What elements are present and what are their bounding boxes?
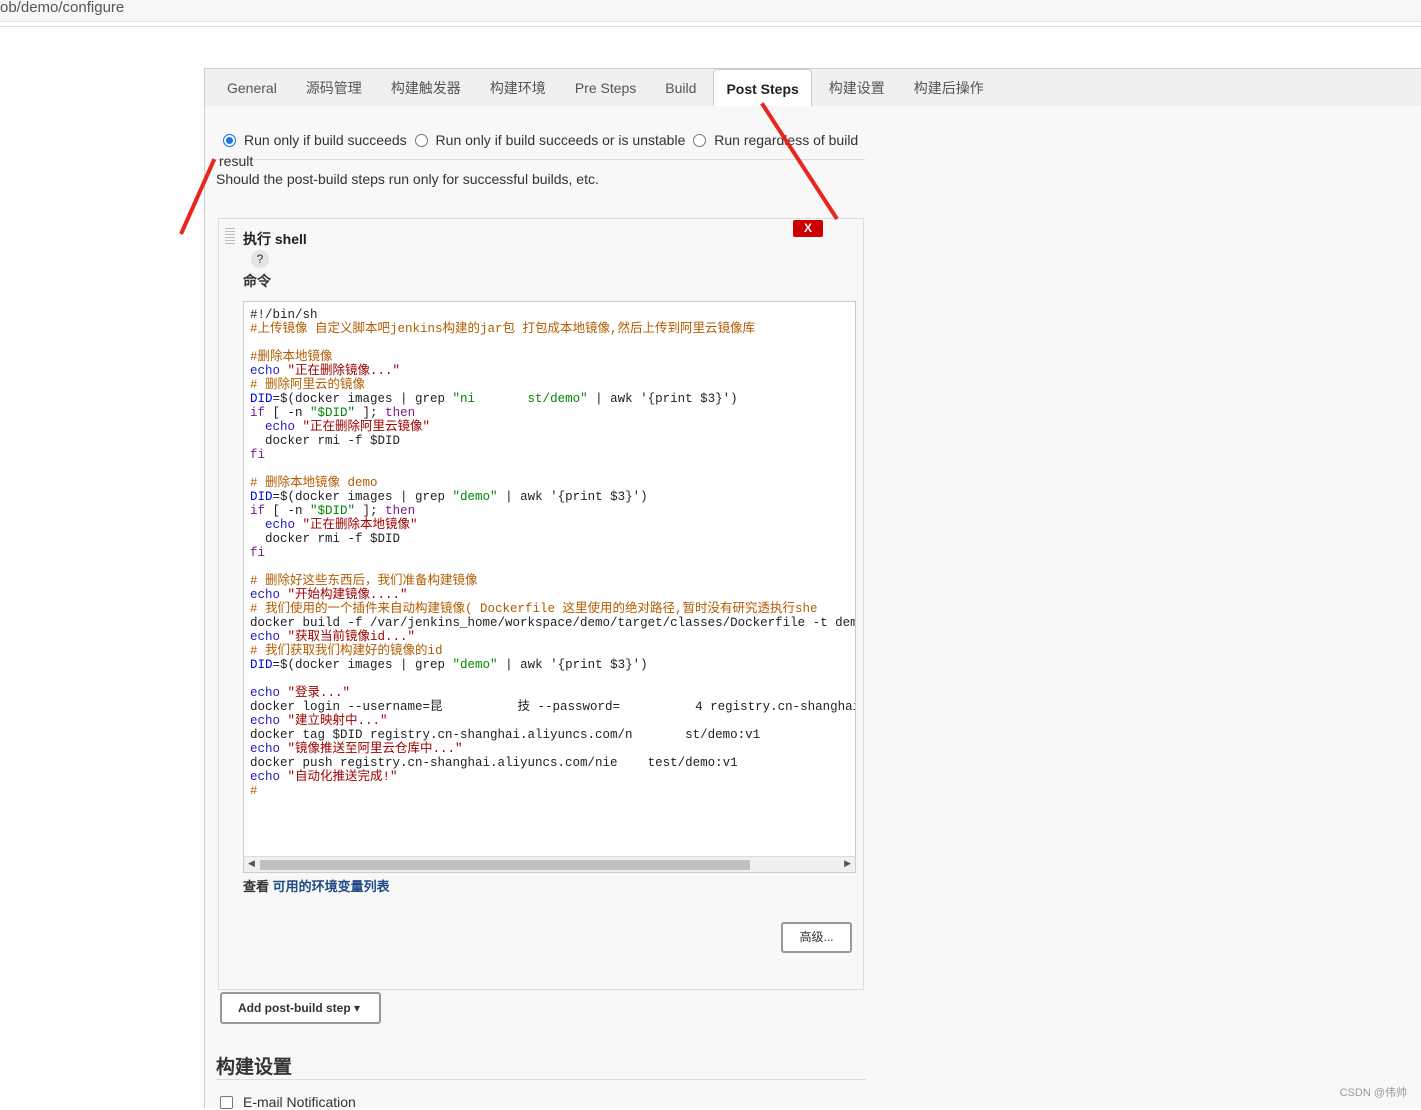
radio-run-if-unstable[interactable] <box>414 134 428 147</box>
code-line: echo ″开始构建镜像....″ <box>250 588 408 602</box>
config-tabs: General 源码管理 构建触发器 构建环境 Pre Steps Build … <box>205 69 1421 106</box>
execute-shell-step: 执行 shell X ? 命令 #!/bin/sh #上传镜像 自定义脚本吧jen… <box>218 218 864 990</box>
code-line: echo ″自动化推送完成!″ <box>250 770 398 784</box>
url-text: ob/demo/configure <box>0 0 125 16</box>
tab-general[interactable]: General <box>215 69 289 106</box>
code-line: docker login --username=昆 技 --password= … <box>250 700 856 714</box>
post-steps-run-options: Run only if build succeeds Run only if b… <box>219 130 869 172</box>
env-prefix: 查看 <box>243 879 273 894</box>
code-line: echo ″建立映射中...″ <box>250 714 388 728</box>
help-icon[interactable]: ? <box>251 250 269 268</box>
code-line: docker tag $DID registry.cn-shanghai.ali… <box>250 728 761 742</box>
header-band <box>0 26 1421 67</box>
code-line: #!/bin/sh <box>250 308 318 322</box>
delete-step-button[interactable]: X <box>793 220 823 237</box>
tab-build-env[interactable]: 构建环境 <box>478 69 558 106</box>
code-line: # 删除本地镜像 demo <box>250 476 378 490</box>
code-line: if [ -n ″$DID″ ]; then <box>250 406 416 420</box>
code-line: DID=$(docker images | grep ″demo″ | awk … <box>250 658 648 672</box>
horizontal-scrollbar[interactable]: ◀ ▶ <box>244 856 855 872</box>
code-line: echo ″正在删除本地镜像″ <box>265 518 418 532</box>
code-line: echo ″镜像推送至阿里云仓库中...″ <box>250 742 463 756</box>
code-content[interactable]: #!/bin/sh #上传镜像 自定义脚本吧jenkins构建的jar包 打包成本… <box>250 308 856 798</box>
code-line: # 我们获取我们构建好的镜像的id <box>250 644 443 658</box>
tab-build[interactable]: Build <box>653 69 708 106</box>
scroll-right-icon[interactable]: ▶ <box>844 858 851 869</box>
tab-post-build-actions[interactable]: 构建后操作 <box>902 69 996 106</box>
email-notification-checkbox[interactable] <box>220 1096 233 1109</box>
code-line: #上传镜像 自定义脚本吧jenkins构建的jar包 打包成本地镜像,然后上传到… <box>250 322 756 336</box>
code-line: echo ″正在删除阿里云镜像″ <box>265 420 431 434</box>
code-line: echo ″登录...″ <box>250 686 351 700</box>
advanced-button[interactable]: 高级... <box>781 922 852 953</box>
code-line: fi <box>250 546 266 560</box>
code-line: # <box>250 784 258 798</box>
tab-scm[interactable]: 源码管理 <box>294 69 374 106</box>
code-line: if [ -n ″$DID″ ]; then <box>250 504 416 518</box>
radio-label: Run only if build succeeds <box>244 132 407 148</box>
tab-build-settings[interactable]: 构建设置 <box>817 69 897 106</box>
tab-pre-steps[interactable]: Pre Steps <box>563 69 648 106</box>
left-pane <box>0 67 204 1108</box>
command-editor[interactable]: #!/bin/sh #上传镜像 自定义脚本吧jenkins构建的jar包 打包成本… <box>243 301 856 873</box>
radio-run-regardless[interactable] <box>693 134 707 147</box>
code-line: echo ″正在删除镜像...″ <box>250 364 401 378</box>
add-post-build-step-button[interactable]: Add post-build step ▾ <box>220 992 381 1024</box>
button-label: Add post-build step <box>238 1001 351 1015</box>
caret-down-icon: ▾ <box>354 1001 361 1015</box>
code-line: DID=$(docker images | grep ″demo″ | awk … <box>250 490 648 504</box>
code-line: fi <box>250 448 266 462</box>
scrollbar-thumb[interactable] <box>260 860 750 870</box>
code-line: echo ″获取当前镜像id...″ <box>250 630 416 644</box>
command-label: 命令 <box>243 273 271 289</box>
radio-run-if-success[interactable] <box>223 134 236 147</box>
drag-handle-icon[interactable] <box>225 228 235 246</box>
radio-label: Run only if build succeeds or is unstabl… <box>435 132 686 148</box>
code-line: docker build -f /var/jenkins_home/worksp… <box>250 616 856 630</box>
watermark: CSDN @伟帅 <box>1339 1087 1407 1099</box>
code-line: #删除本地镜像 <box>250 350 333 364</box>
address-bar[interactable]: ob/demo/configure <box>0 0 1421 22</box>
code-line: # 删除阿里云的镜像 <box>250 378 366 392</box>
divider <box>216 1079 866 1080</box>
tab-triggers[interactable]: 构建触发器 <box>379 69 473 106</box>
code-line: DID=$(docker images | grep ″ni st/demo″ … <box>250 392 738 406</box>
code-line: docker rmi -f $DID <box>250 434 401 448</box>
config-main: General 源码管理 构建触发器 构建环境 Pre Steps Build … <box>204 68 1421 1110</box>
env-vars-hint: 查看 可用的环境变量列表 <box>243 876 390 895</box>
scroll-left-icon[interactable]: ◀ <box>248 858 255 869</box>
code-line: docker rmi -f $DID <box>250 532 401 546</box>
post-steps-description: Should the post-build steps run only for… <box>216 171 599 187</box>
code-line: # 我们使用的一个插件来自动构建镜像( Dockerfile 这里使用的绝对路径… <box>250 602 818 616</box>
step-title: 执行 shell <box>243 231 307 247</box>
env-vars-link[interactable]: 可用的环境变量列表 <box>273 879 390 894</box>
section-title-build-settings: 构建设置 <box>216 1057 293 1078</box>
tab-post-steps[interactable]: Post Steps <box>713 69 812 106</box>
code-line: # 删除好这些东西后，我们准备构建镜像 <box>250 574 478 588</box>
code-line: docker push registry.cn-shanghai.aliyunc… <box>250 756 738 770</box>
